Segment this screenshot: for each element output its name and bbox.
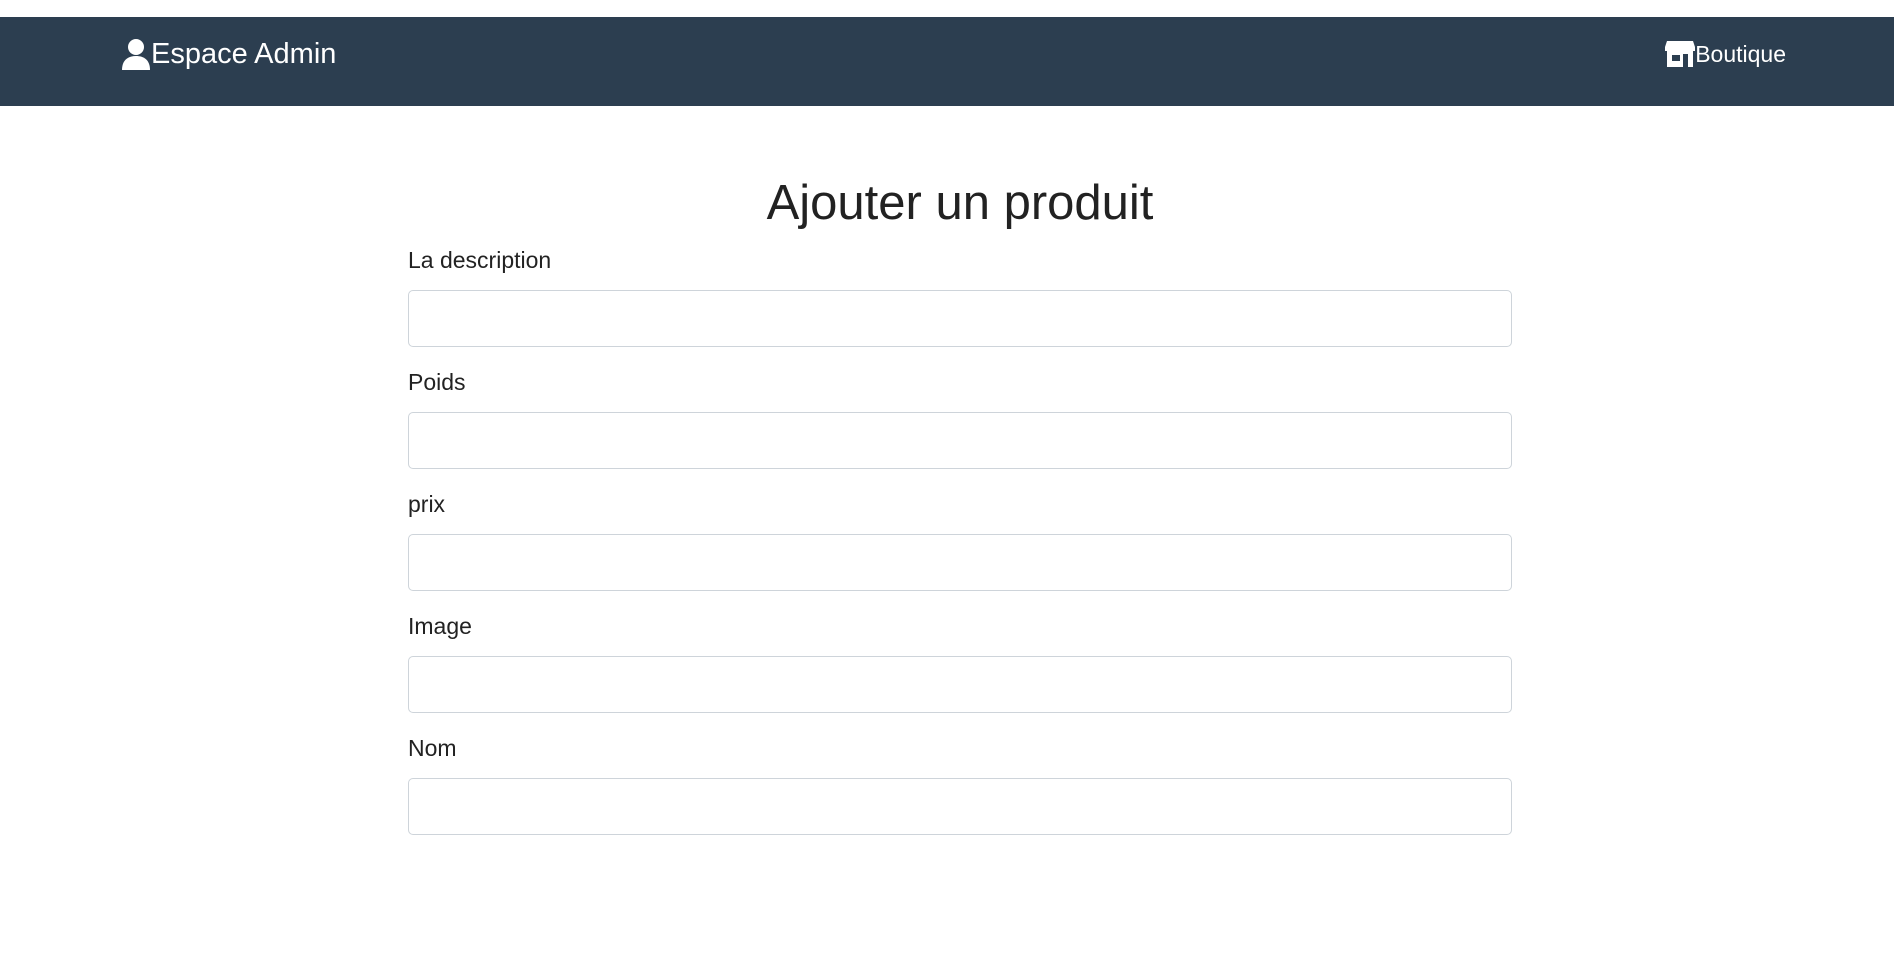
shop-link[interactable]: Boutique xyxy=(1665,41,1786,68)
name-group: Nom xyxy=(408,737,1512,835)
weight-group: Poids xyxy=(408,371,1512,469)
name-label: Nom xyxy=(408,735,457,761)
image-group: Image xyxy=(408,615,1512,713)
top-navbar: Espace Admin Boutique xyxy=(0,17,1894,106)
image-label: Image xyxy=(408,613,472,639)
top-spacer xyxy=(0,0,1894,17)
weight-input[interactable] xyxy=(408,412,1512,469)
price-group: prix xyxy=(408,493,1512,591)
image-input[interactable] xyxy=(408,656,1512,713)
page-title: Ajouter un produit xyxy=(766,176,1154,230)
name-input[interactable] xyxy=(408,778,1512,835)
description-input[interactable] xyxy=(408,290,1512,347)
main-content: Ajouter un produit La description Poids … xyxy=(408,106,1512,835)
shop-label: Boutique xyxy=(1695,40,1786,67)
price-input[interactable] xyxy=(408,534,1512,591)
user-icon xyxy=(122,38,150,70)
weight-label: Poids xyxy=(408,369,466,395)
price-label: prix xyxy=(408,491,446,517)
admin-brand-link[interactable]: Espace Admin xyxy=(122,38,336,71)
description-label: La description xyxy=(408,247,552,273)
store-icon xyxy=(1665,41,1696,67)
description-group: La description xyxy=(408,249,1512,347)
add-product-form: La description Poids prix Image Nom xyxy=(408,249,1512,835)
brand-label: Espace Admin xyxy=(151,37,337,70)
